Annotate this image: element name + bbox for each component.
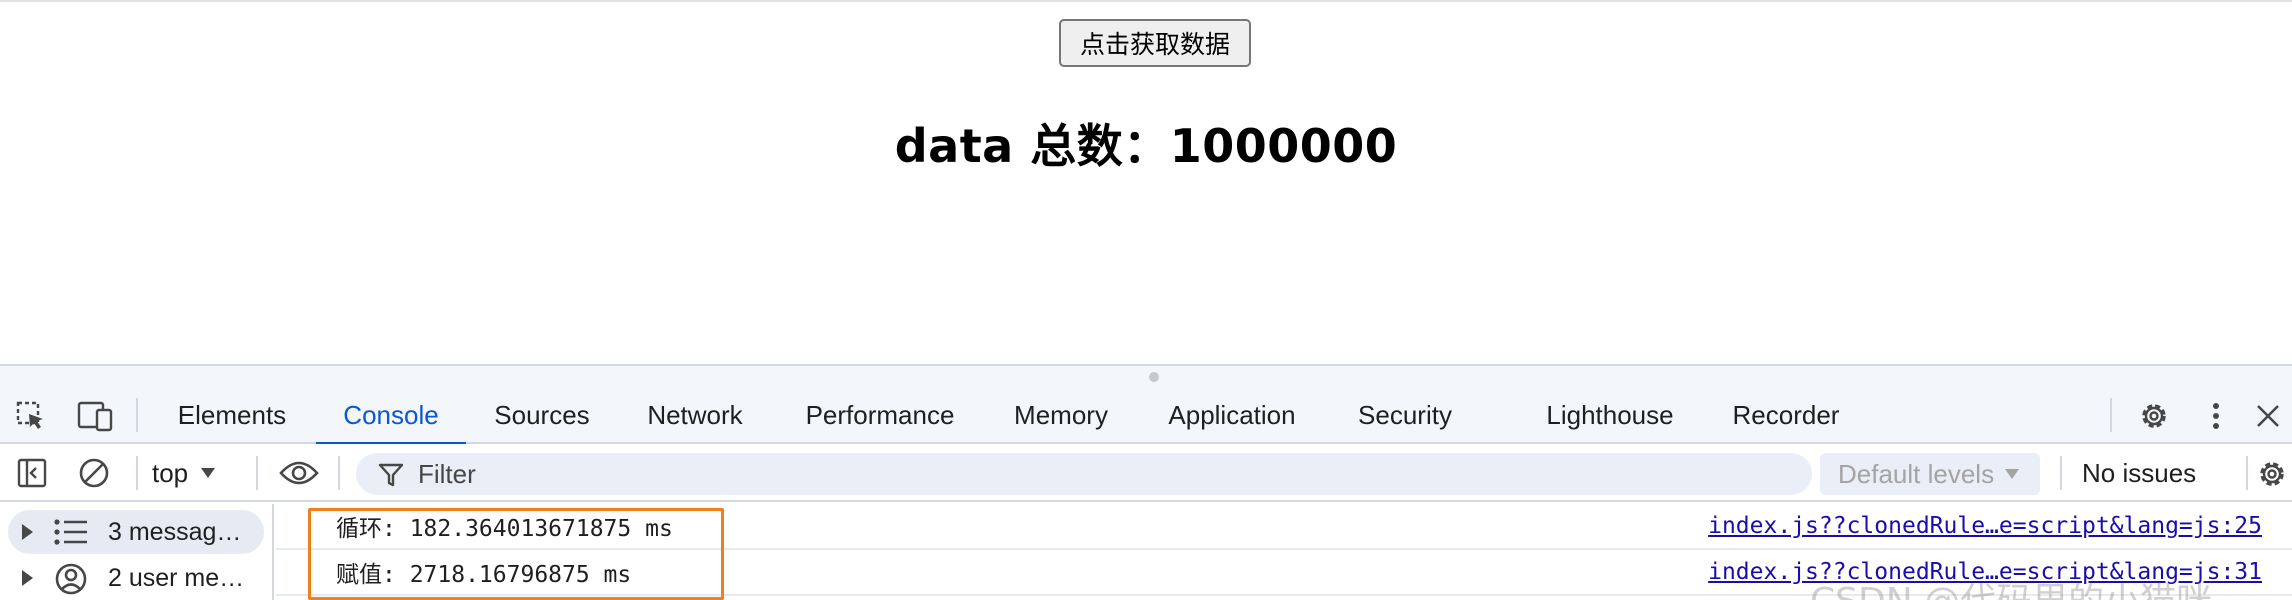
clear-console-icon[interactable] [76,456,112,490]
filter-input[interactable] [418,457,1798,491]
log-levels-dropdown[interactable]: Default levels [1820,453,2040,495]
console-filter[interactable] [356,453,1812,495]
close-devtools-icon[interactable] [2252,400,2284,432]
fetch-data-button[interactable]: 点击获取数据 [1059,19,1251,67]
sidebar-item-messages[interactable]: 3 messag… [8,510,264,554]
toolbar-divider [2246,456,2248,490]
tab-lighthouse[interactable]: Lighthouse [1530,386,1690,444]
tab-security[interactable]: Security [1342,386,1468,444]
sidebar-item-label: 2 user me… [108,563,245,592]
tab-performance[interactable]: Performance [784,386,976,444]
console-log-row: 循环: 182.364013671875 ms index.js??cloned… [276,504,2292,550]
sidebar-toggle-icon[interactable] [14,456,50,490]
tab-memory[interactable]: Memory [996,386,1126,444]
tabbar-divider-right [2110,398,2112,432]
data-total-heading: data 总数：1000000 [894,119,1398,173]
tab-recorder[interactable]: Recorder [1716,386,1856,444]
tab-console[interactable]: Console [316,386,466,446]
tab-network[interactable]: Network [630,386,760,444]
page-viewport: 点击获取数据 data 总数：1000000 [0,0,2292,364]
csdn-watermark: CSDN @代码里的小猫咪 [1810,572,2212,600]
toolbar-divider [136,456,138,490]
context-label: top [152,457,189,488]
levels-label: Default levels [1838,458,1995,489]
settings-gear-icon[interactable] [2136,398,2172,434]
console-toolbar: top Default levels No issues [0,444,2292,502]
user-icon [54,562,88,596]
expand-arrow-icon[interactable] [22,570,33,586]
console-settings-gear-icon[interactable] [2254,456,2290,492]
toolbar-divider [256,456,258,490]
devtools-panel: Elements Console Sources Network Perform… [0,386,2292,600]
expand-arrow-icon[interactable] [22,524,33,540]
devtools-tabbar: Elements Console Sources Network Perform… [0,386,2292,446]
dropdown-triangle-icon [2004,468,2020,480]
context-selector[interactable]: top [152,444,216,502]
log-source-link[interactable]: index.js??clonedRule…e=script&lang=js:25 [1708,504,2262,548]
tab-sources[interactable]: Sources [478,386,606,444]
log-message: 赋值: 2718.16796875 ms [336,562,632,588]
tab-application[interactable]: Application [1152,386,1312,444]
device-toolbar-icon[interactable] [76,399,116,433]
dropdown-triangle-icon [200,467,216,479]
sidebar-item-label: 3 messag… [108,517,242,546]
list-icon [54,519,88,545]
devtools-resize-splitter[interactable] [0,364,2292,386]
tab-elements[interactable]: Elements [160,386,304,444]
tabbar-divider [136,398,138,432]
toolbar-divider [338,456,340,490]
log-message: 循环: 182.364013671875 ms [336,516,673,542]
filter-funnel-icon [378,462,404,488]
live-expression-eye-icon[interactable] [278,456,320,490]
issues-counter[interactable]: No issues [2082,444,2196,502]
toolbar-divider [2060,456,2062,490]
splitter-handle[interactable] [1149,372,1159,382]
sidebar-item-user-messages[interactable]: 2 user me… [8,556,264,600]
console-sidebar: 3 messag… 2 user me… [0,504,274,600]
inspect-element-icon[interactable] [14,400,48,432]
more-options-icon[interactable] [2200,398,2232,434]
